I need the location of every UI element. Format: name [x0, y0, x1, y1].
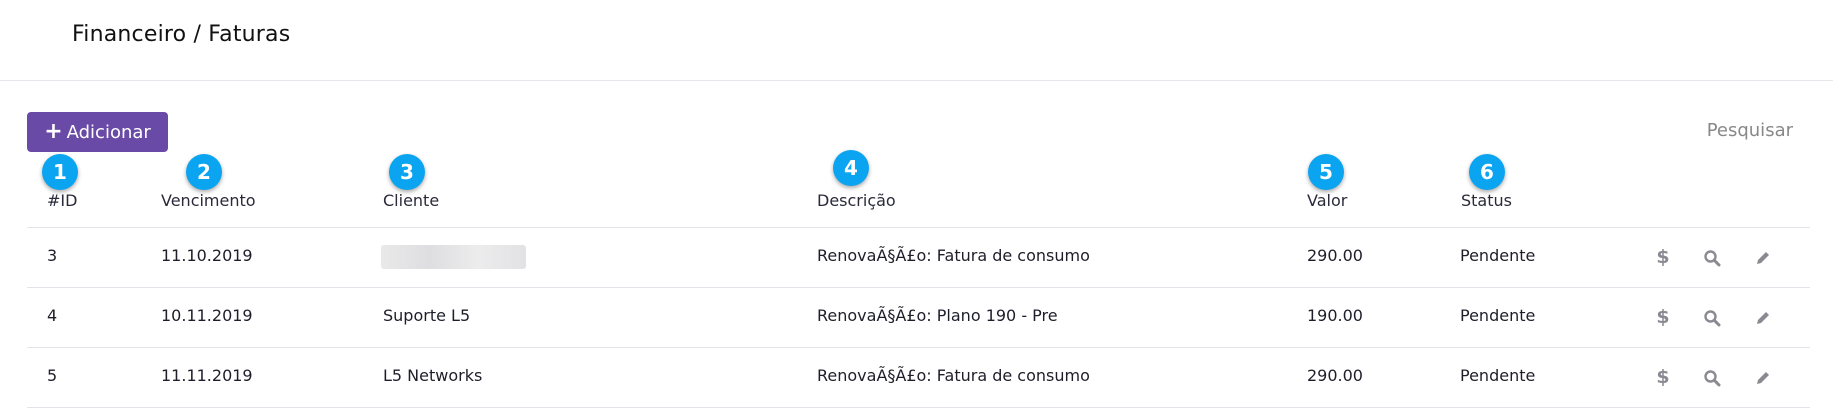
- cell-valor: 290.00: [1307, 366, 1363, 385]
- row-divider: [27, 287, 1810, 288]
- cell-descricao: RenovaÃ§Ã£o: Plano 190 - Pre: [817, 306, 1058, 325]
- search-label[interactable]: Pesquisar: [1707, 120, 1793, 141]
- row-divider: [27, 347, 1810, 348]
- breadcrumb: Financeiro / Faturas: [72, 22, 291, 47]
- column-badge-3: 3: [389, 154, 425, 190]
- column-badge-6: 6: [1469, 154, 1505, 190]
- cell-vencimento: 10.11.2019: [161, 306, 253, 325]
- cell-valor: 190.00: [1307, 306, 1363, 325]
- pencil-icon[interactable]: [1752, 247, 1774, 269]
- cell-cliente: Suporte L5: [383, 306, 471, 325]
- column-header-cliente[interactable]: Cliente: [383, 191, 439, 210]
- search-icon[interactable]: [1701, 307, 1723, 329]
- column-header-valor[interactable]: Valor: [1307, 191, 1347, 210]
- pencil-icon[interactable]: [1752, 307, 1774, 329]
- column-badge-2: 2: [186, 154, 222, 190]
- search-icon[interactable]: [1701, 367, 1723, 389]
- column-header-id[interactable]: #ID: [47, 191, 77, 210]
- column-badge-1: 1: [42, 154, 78, 190]
- column-badge-5: 5: [1308, 154, 1344, 190]
- top-bar: Financeiro / Faturas: [0, 0, 1833, 81]
- cell-descricao: RenovaÃ§Ã£o: Fatura de consumo: [817, 246, 1090, 265]
- pencil-icon[interactable]: [1752, 367, 1774, 389]
- cell-status: Pendente: [1460, 246, 1536, 265]
- cell-vencimento: 11.10.2019: [161, 246, 253, 265]
- cell-vencimento: 11.11.2019: [161, 366, 253, 385]
- dollar-icon[interactable]: $: [1652, 306, 1674, 328]
- column-header-status[interactable]: Status: [1461, 191, 1512, 210]
- cell-id: 5: [47, 366, 58, 385]
- search-icon[interactable]: [1701, 247, 1723, 269]
- cell-cliente: L5 Networks: [383, 366, 483, 385]
- cell-descricao: RenovaÃ§Ã£o: Fatura de consumo: [817, 366, 1090, 385]
- cell-id: 3: [47, 246, 58, 265]
- cell-cliente-redacted: [381, 245, 526, 269]
- add-button-label: Adicionar: [66, 121, 151, 143]
- column-header-descricao[interactable]: Descrição: [817, 191, 896, 210]
- column-badge-4: 4: [833, 150, 869, 186]
- dollar-icon[interactable]: $: [1652, 366, 1674, 388]
- column-header-vencimento[interactable]: Vencimento: [161, 191, 256, 210]
- cell-status: Pendente: [1460, 306, 1536, 325]
- header-divider: [27, 227, 1810, 228]
- add-button[interactable]: + Adicionar: [27, 112, 168, 152]
- plus-icon: +: [44, 119, 63, 144]
- cell-status: Pendente: [1460, 366, 1536, 385]
- cell-id: 4: [47, 306, 58, 325]
- cell-valor: 290.00: [1307, 246, 1363, 265]
- dollar-icon[interactable]: $: [1652, 246, 1674, 268]
